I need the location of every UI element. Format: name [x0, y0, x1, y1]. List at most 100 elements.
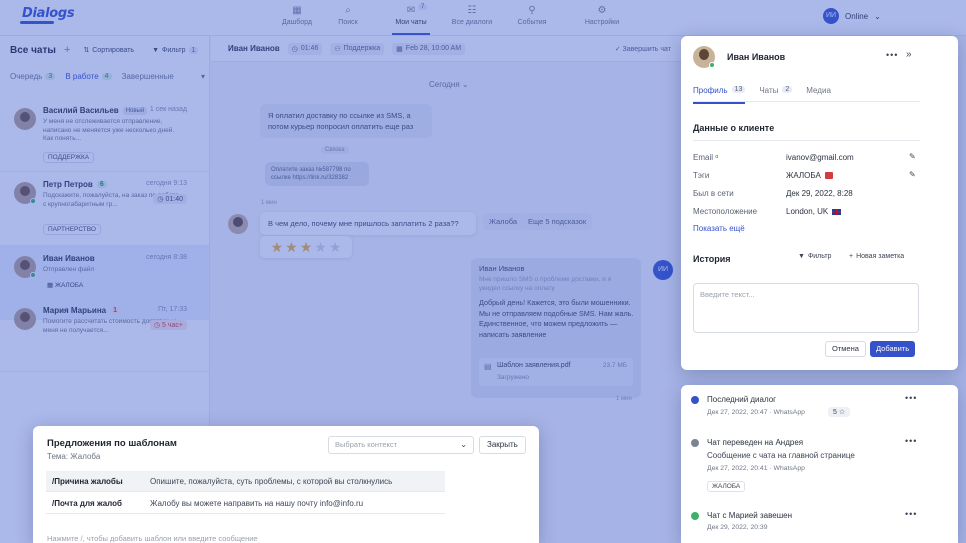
chat-time: сегодня 8:38: [146, 254, 187, 261]
template-row[interactable]: /Причина жалобы Опишите, пожалуйста, сут…: [46, 471, 445, 492]
user-menu[interactable]: ИИ Online ⌄: [823, 8, 881, 24]
template-row[interactable]: /Почта для жалоб Жалобу вы можете направ…: [46, 493, 445, 514]
note-textarea[interactable]: Введите текст...: [693, 283, 919, 333]
collapse-icon[interactable]: »: [906, 49, 912, 60]
more-icon[interactable]: •••: [905, 436, 917, 446]
tab-label: Чаты: [759, 86, 779, 95]
history-meta: Дек 27, 2022, 20:41 · WhatsApp: [707, 465, 805, 472]
edit-icon[interactable]: ✎: [909, 152, 916, 161]
new-note-button[interactable]: + Новая заметка: [849, 253, 904, 260]
more-icon[interactable]: •••: [886, 50, 898, 60]
star-icon: ★: [328, 238, 342, 255]
chat-tag: ▦ ЖАЛОБА: [47, 282, 84, 289]
nav-my-chats[interactable]: ✉ 7 Мои чаты: [392, 4, 430, 35]
day-separator[interactable]: Сегодня ⌄: [429, 80, 469, 89]
logo: Dialogs: [22, 6, 75, 21]
filter-label: Фильтр: [807, 253, 832, 260]
tab-profile[interactable]: Профиль 13: [693, 86, 746, 104]
tab-completed[interactable]: Завершенные: [122, 72, 174, 81]
timer-value: 01:40: [165, 196, 183, 203]
history-title: Чат переведен на Андрея: [707, 438, 804, 447]
template-suggestions-card: Предложения по шаблонам Тема: Жалоба Выб…: [33, 426, 539, 543]
tab-label: Очередь: [10, 72, 43, 81]
edit-icon[interactable]: ✎: [909, 170, 916, 179]
uk-flag-icon: [832, 208, 842, 215]
chat-timer: ◷ 01:40: [153, 194, 187, 204]
context-select[interactable]: Выбрать контекст ⌄: [328, 436, 474, 454]
nav-label: События: [517, 19, 547, 26]
chat-time: Пт, 17:33: [158, 306, 187, 313]
filter-button[interactable]: ▼ Фильтр 1: [147, 45, 203, 56]
cancel-button[interactable]: Отмена: [825, 341, 866, 357]
chat-tag: ПОДДЕРЖКА: [43, 152, 95, 163]
chevron-down-icon[interactable]: ▾: [201, 72, 205, 81]
nav-label: Мои чаты: [395, 19, 427, 26]
nav-all-dialogs[interactable]: ☷ Все диалоги: [450, 5, 494, 35]
composer-hint[interactable]: Нажмите /, чтобы добавить шаблон или вве…: [47, 534, 258, 543]
new-note-label: Новая заметка: [856, 253, 905, 260]
history-tag: ЖАЛОБА: [707, 481, 746, 492]
field-label-text: Email: [693, 153, 714, 162]
tab-chats[interactable]: Чаты 2: [759, 86, 793, 101]
finish-label: Завершить чат: [622, 45, 671, 53]
more-icon[interactable]: •••: [905, 393, 917, 403]
history-card: Последний диалог Дек 27, 2022, 20:47 · W…: [681, 385, 958, 543]
chat-time: сегодня 9:13: [146, 180, 187, 187]
file-status: Загружено: [497, 374, 529, 381]
location-value: London, UK: [786, 207, 829, 216]
conversation-header: Иван Иванов ◷ 01:46 ⚇ Поддержка ▦ Feb 28…: [211, 36, 681, 62]
date-label: Feb 28, 10:00 AM: [405, 45, 462, 52]
tag-color-icon: [824, 172, 833, 179]
dashboard-icon: ▦: [292, 5, 302, 16]
file-attachment[interactable]: ▤ Шаблон заявления.pdf 23.7 МБ Загружено: [479, 358, 633, 386]
plus-icon: +: [849, 253, 854, 260]
file-name: Шаблон заявления.pdf: [497, 362, 571, 369]
file-size: 23.7 МБ: [602, 362, 627, 369]
history-meta: Дек 29, 2022, 20:39: [707, 524, 768, 531]
history-filter-button[interactable]: ▼ Фильтр: [798, 253, 831, 260]
show-more-link[interactable]: Показать ещё: [693, 224, 745, 233]
app-window: Dialogs ▦ Дашборд ⌕ Поиск ✉ 7 Мои чаты ☷…: [0, 0, 966, 543]
close-button[interactable]: Закрыть: [479, 436, 526, 454]
client-profile-card: Иван Иванов ••• » Профиль 13 Чаты 2 Меди…: [681, 36, 958, 370]
team-chip[interactable]: ⚇ Поддержка: [330, 42, 385, 55]
field-email: ivanov@gmail.com: [786, 153, 854, 162]
nav-search[interactable]: ⌕ Поиск: [334, 5, 362, 35]
chat-name-text: Мария Марьина: [43, 306, 107, 315]
chat-item[interactable]: Василий Васильев Новый 1 сек назад У мен…: [0, 98, 209, 172]
plus-icon[interactable]: +: [64, 44, 70, 56]
history-subtitle: Сообщение с чата на главной странице: [707, 451, 855, 460]
quoted-reply: Мне пришло SMS о проблеме доставки, и я …: [479, 276, 612, 292]
chat-preview: У меня не отслеживается отправление, нап…: [43, 118, 175, 142]
more-suggestions[interactable]: Еще 5 подсказок: [522, 213, 593, 230]
sort-label: Сортировать: [92, 46, 135, 54]
chat-timer: ◷ 5 час+: [149, 320, 187, 330]
field-label: Местоположение: [693, 207, 758, 216]
nav-label: Все диалоги: [451, 19, 493, 26]
quick-reply[interactable]: Жалоба: [483, 213, 524, 230]
chat-item[interactable]: Мария Марьина 1 Пт, 17:33 Помогите рассч…: [0, 298, 209, 372]
sort-button[interactable]: ⇅ Сортировать: [78, 44, 139, 56]
events-icon: ⚲: [528, 5, 536, 16]
new-badge: Новый: [122, 106, 148, 115]
avatar: ИИ: [823, 8, 839, 24]
section-title: Данные о клиенте: [693, 123, 775, 133]
history-meta: Дек 27, 2022, 20:47 · WhatsApp: [707, 409, 805, 416]
add-button[interactable]: Добавить: [870, 341, 916, 357]
chat-name: Василий Васильев Новый: [43, 106, 148, 115]
template-value: Жалобу вы можете направить на нашу почту…: [150, 499, 364, 508]
tab-queue[interactable]: Очередь 3: [10, 72, 56, 81]
chat-item[interactable]: Петр Петров 6 сегодня 9:13 Подскажите, п…: [0, 172, 209, 246]
chat-name: Иван Иванов: [43, 254, 95, 263]
template-key: /Причина жалобы: [52, 477, 123, 486]
tab-media[interactable]: Медиа: [806, 86, 831, 101]
nav-dashboard[interactable]: ▦ Дашборд: [278, 5, 316, 35]
nav-events[interactable]: ⚲ События: [515, 5, 549, 35]
tab-in-progress[interactable]: В работе 4: [65, 72, 112, 81]
tab-count: 13: [731, 86, 746, 93]
nav-settings[interactable]: ⚙ Настройки: [582, 5, 622, 35]
finish-chat-button[interactable]: ✓ Завершить чат: [615, 45, 671, 53]
profile-name: Иван Иванов: [727, 52, 786, 62]
more-icon[interactable]: •••: [905, 509, 917, 519]
chat-name: Мария Марьина 1: [43, 306, 121, 315]
